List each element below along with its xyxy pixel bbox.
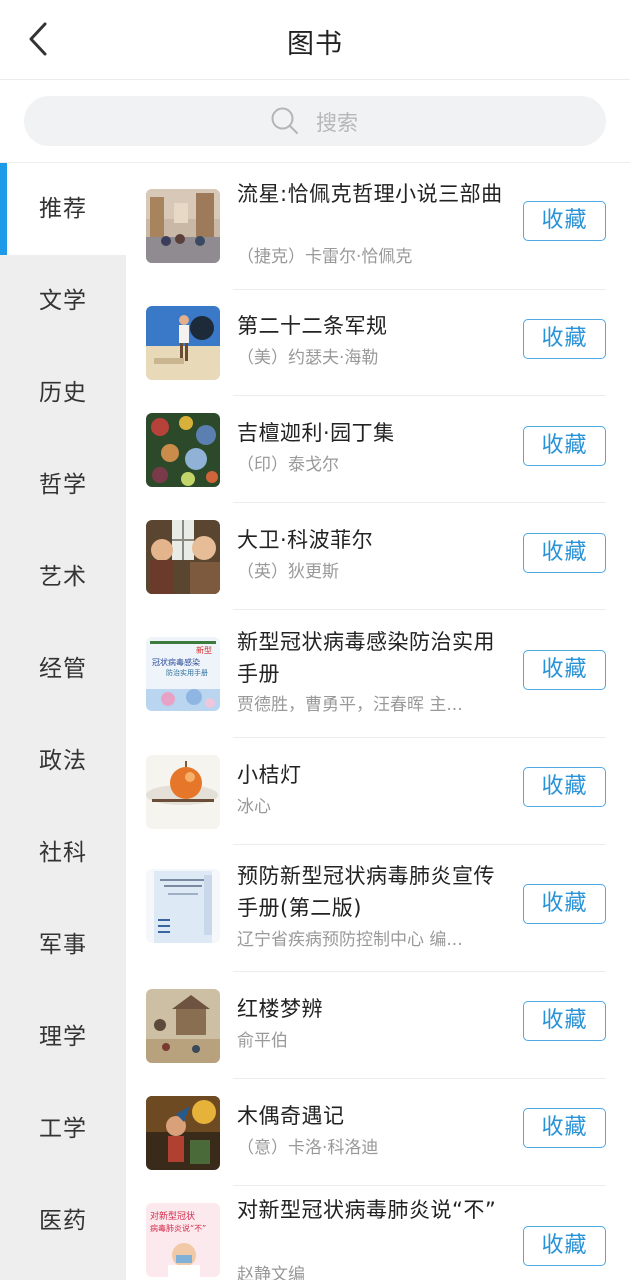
book-cover-image[interactable]: [146, 755, 220, 829]
book-author: 冰心: [237, 797, 271, 817]
book-author: （意）卡洛·科洛迪: [237, 1138, 379, 1158]
divider: [233, 737, 606, 738]
search-placeholder: 搜索: [316, 111, 358, 135]
book-cover-image[interactable]: 新型 冠状病毒感染 防治实用手册: [146, 637, 220, 711]
category-item-science[interactable]: 理学: [0, 991, 126, 1083]
cover-text: 病毒肺炎说“不”: [150, 1223, 206, 1233]
book-cover-image[interactable]: [146, 189, 220, 263]
book-list: 流星:恰佩克哲理小说三部曲 （捷克）卡雷尔·恰佩克 收藏 第二十二条军规 （美）…: [126, 163, 630, 1280]
book-cover-image[interactable]: [146, 520, 220, 594]
book-cover-image[interactable]: [146, 1096, 220, 1170]
book-title: 小桔灯: [237, 763, 302, 787]
book-author: （英）狄更斯: [237, 562, 339, 582]
app-header: 图书: [0, 0, 630, 80]
category-item-engineering[interactable]: 工学: [0, 1083, 126, 1175]
cover-text: 对新型冠状: [150, 1210, 195, 1222]
divider: [233, 971, 606, 972]
book-cover-image[interactable]: [146, 869, 220, 943]
favorite-button[interactable]: 收藏: [523, 201, 606, 241]
book-title: 新型冠状病毒感染防治实用手册: [237, 630, 495, 686]
favorite-button[interactable]: 收藏: [523, 426, 606, 466]
book-title: 木偶奇遇记: [237, 1104, 345, 1128]
book-title: 吉檀迦利·园丁集: [237, 421, 395, 445]
search-input[interactable]: 搜索: [24, 96, 606, 146]
divider: [233, 844, 606, 845]
favorite-button[interactable]: 收藏: [523, 533, 606, 573]
category-item-philosophy[interactable]: 哲学: [0, 439, 126, 531]
book-author: 赵静文编: [237, 1265, 305, 1280]
category-item-social-science[interactable]: 社科: [0, 807, 126, 899]
book-author: 俞平伯: [237, 1031, 288, 1051]
divider: [233, 395, 606, 396]
book-cover-image[interactable]: [146, 989, 220, 1063]
page-title: 图书: [287, 29, 343, 60]
book-title: 红楼梦辨: [237, 997, 323, 1021]
favorite-button[interactable]: 收藏: [523, 650, 606, 690]
book-title: 大卫·科波菲尔: [237, 528, 374, 552]
favorite-button[interactable]: 收藏: [523, 767, 606, 807]
divider: [233, 609, 606, 610]
book-author: （捷克）卡雷尔·恰佩克: [237, 247, 413, 267]
category-item-art[interactable]: 艺术: [0, 531, 126, 623]
book-cover-image[interactable]: [146, 306, 220, 380]
favorite-button[interactable]: 收藏: [523, 1108, 606, 1148]
cover-text: 新型: [196, 645, 212, 655]
book-author: 贾德胜，曹勇平，汪春晖 主...: [237, 695, 463, 715]
category-item-law[interactable]: 政法: [0, 715, 126, 807]
book-author: 辽宁省疾病预防控制中心 编...: [237, 930, 463, 950]
search-icon: [270, 106, 300, 140]
divider: [233, 1185, 606, 1186]
category-sidebar: 推荐 文学 历史 哲学 艺术 经管 政法 社科 军事 理学 工学 医药: [0, 163, 126, 1280]
book-author: （美）约瑟夫·海勒: [237, 348, 379, 368]
category-item-history[interactable]: 历史: [0, 347, 126, 439]
category-item-management[interactable]: 经管: [0, 623, 126, 715]
category-item-medicine[interactable]: 医药: [0, 1175, 126, 1267]
favorite-button[interactable]: 收藏: [523, 1001, 606, 1041]
divider: [233, 289, 606, 290]
book-title: 对新型冠状病毒肺炎说“不”: [237, 1198, 497, 1222]
divider: [233, 502, 606, 503]
book-cover-image[interactable]: [146, 413, 220, 487]
book-title: 流星:恰佩克哲理小说三部曲: [237, 182, 503, 206]
favorite-button[interactable]: 收藏: [523, 1226, 606, 1266]
book-author: （印）泰戈尔: [237, 455, 339, 475]
book-title: 预防新型冠状病毒肺炎宣传手册(第二版): [237, 864, 495, 920]
favorite-button[interactable]: 收藏: [523, 884, 606, 924]
category-item-recommended[interactable]: 推荐: [0, 163, 126, 255]
divider: [233, 1078, 606, 1079]
category-item-military[interactable]: 军事: [0, 899, 126, 991]
cover-text: 防治实用手册: [166, 668, 208, 677]
category-item-literature[interactable]: 文学: [0, 255, 126, 347]
favorite-button[interactable]: 收藏: [523, 319, 606, 359]
book-cover-image[interactable]: 对新型冠状 病毒肺炎说“不”: [146, 1203, 220, 1277]
book-title: 第二十二条军规: [237, 314, 388, 338]
cover-text: 冠状病毒感染: [152, 657, 200, 667]
